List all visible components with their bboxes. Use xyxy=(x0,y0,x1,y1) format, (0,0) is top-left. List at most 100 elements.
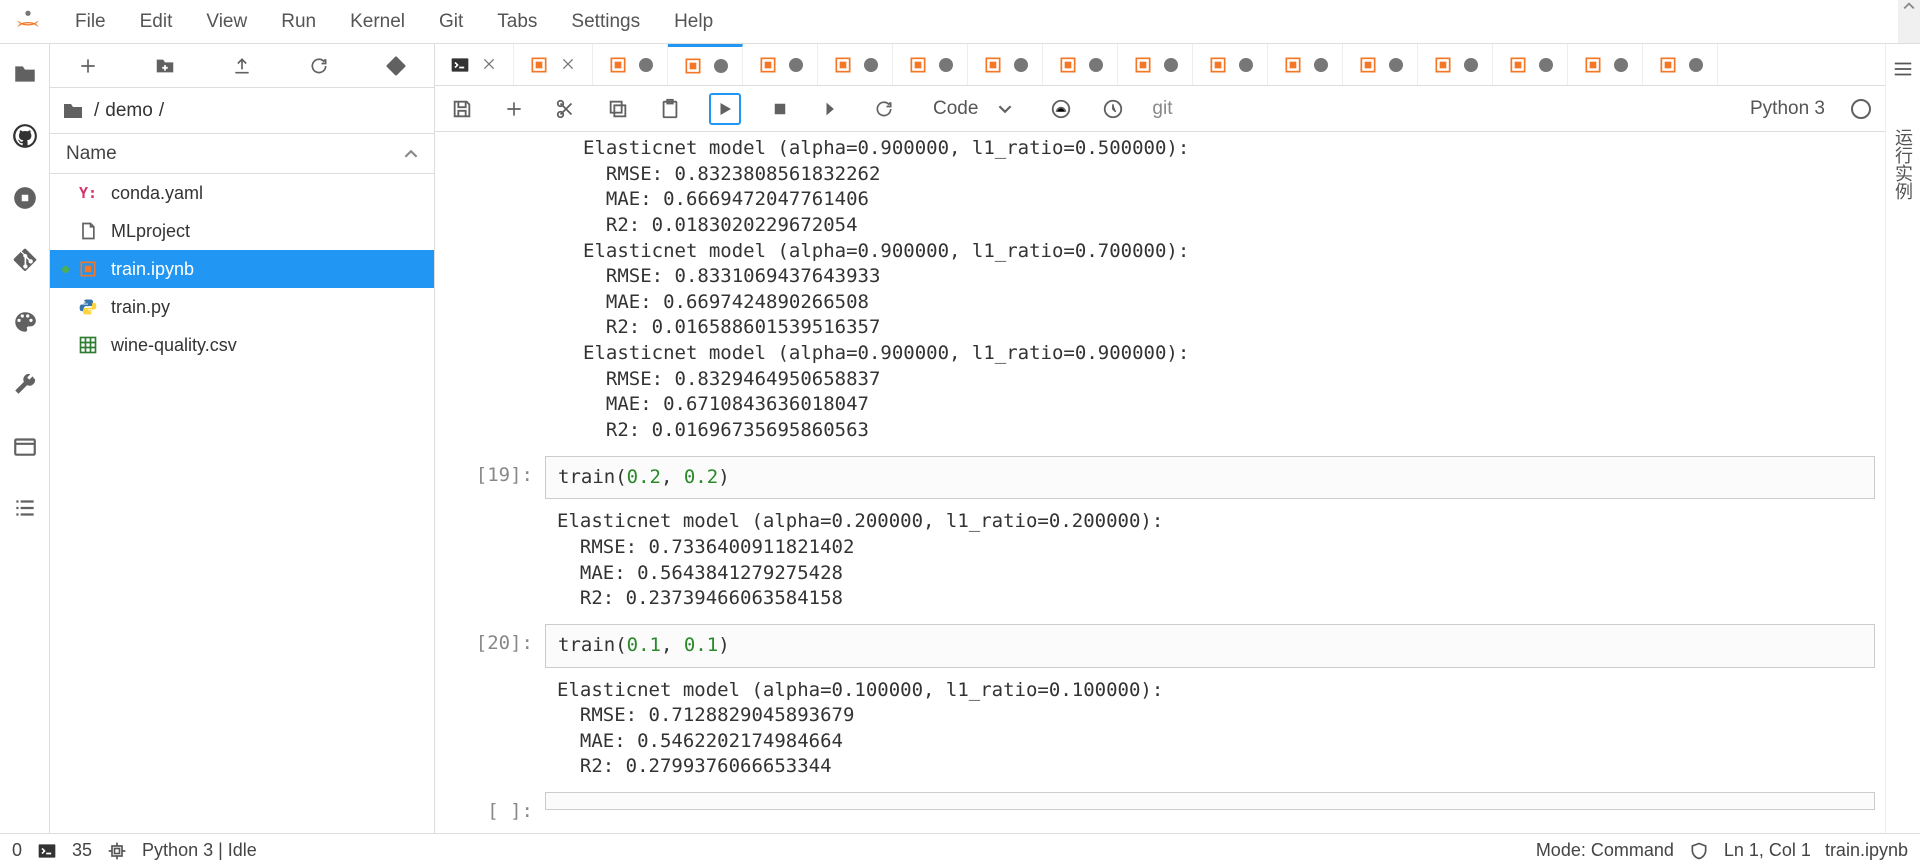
notebook-icon xyxy=(1507,54,1529,76)
file-browser-name-header: Name xyxy=(66,143,117,165)
menu-file[interactable]: File xyxy=(58,6,123,38)
close-icon[interactable] xyxy=(560,56,578,74)
mlflow-icon[interactable] xyxy=(1048,96,1074,122)
wrench-icon[interactable] xyxy=(11,370,39,398)
save-button[interactable] xyxy=(449,96,475,122)
file-browser-panel: / demo / Name Y:conda.yamlMLproject train… xyxy=(50,44,435,833)
cell-input[interactable]: train(0.2, 0.2) xyxy=(545,456,1875,500)
status-sessions[interactable]: 0 xyxy=(12,840,22,861)
tab[interactable] xyxy=(1568,44,1643,86)
kernel-status-icon[interactable] xyxy=(1851,99,1871,119)
file-row[interactable]: train.ipynb xyxy=(50,250,434,288)
copy-button[interactable] xyxy=(605,96,631,122)
unsaved-dot-icon xyxy=(939,58,953,72)
tab[interactable] xyxy=(1193,44,1268,86)
file-row[interactable]: MLproject xyxy=(50,212,434,250)
file-row[interactable]: Y:conda.yaml xyxy=(50,174,434,212)
tab[interactable] xyxy=(1118,44,1193,86)
status-kernel[interactable]: Python 3 | Idle xyxy=(142,840,257,861)
git-pull-button[interactable] xyxy=(379,49,413,83)
cell-input[interactable]: train(0.1, 0.1) xyxy=(545,624,1875,668)
tab[interactable] xyxy=(968,44,1043,86)
tabs-icon[interactable] xyxy=(11,432,39,460)
breadcrumb[interactable]: / demo / xyxy=(50,88,434,134)
notebook-icon xyxy=(907,54,929,76)
breadcrumb-sep: / xyxy=(94,100,99,122)
cell-input[interactable] xyxy=(545,792,1875,810)
insert-cell-button[interactable] xyxy=(501,96,527,122)
tab[interactable] xyxy=(435,44,514,86)
running-icon[interactable] xyxy=(11,184,39,212)
file-icon xyxy=(75,218,101,244)
folder-icon[interactable] xyxy=(11,60,39,88)
stop-button[interactable] xyxy=(767,96,793,122)
tab[interactable] xyxy=(893,44,968,86)
status-file[interactable]: train.ipynb xyxy=(1825,840,1908,861)
cpu-icon[interactable] xyxy=(106,840,128,862)
close-icon[interactable] xyxy=(481,56,499,74)
upload-button[interactable] xyxy=(225,49,259,83)
cell-prompt: [ ]: xyxy=(445,792,545,822)
tab[interactable] xyxy=(1268,44,1343,86)
run-button[interactable] xyxy=(709,93,741,125)
github-icon[interactable] xyxy=(11,122,39,150)
new-launcher-button[interactable] xyxy=(71,49,105,83)
tab[interactable] xyxy=(668,44,743,86)
palette-icon[interactable] xyxy=(11,308,39,336)
right-sidebar-label[interactable]: 运行实例 xyxy=(1890,128,1916,200)
file-row[interactable]: wine-quality.csv xyxy=(50,326,434,364)
tab[interactable] xyxy=(514,44,593,86)
tab[interactable] xyxy=(1043,44,1118,86)
breadcrumb-item[interactable]: demo xyxy=(105,100,153,122)
tab[interactable] xyxy=(593,44,668,86)
toc-icon[interactable] xyxy=(11,494,39,522)
restart-kernel-button[interactable] xyxy=(819,96,845,122)
file-list: Y:conda.yamlMLproject train.ipynb train.py… xyxy=(50,174,434,833)
menu-settings[interactable]: Settings xyxy=(554,6,657,38)
nb-icon xyxy=(75,256,101,282)
menu-help[interactable]: Help xyxy=(657,6,730,38)
notebook-body[interactable]: Elasticnet model (alpha=0.900000, l1_rat… xyxy=(435,132,1885,833)
tab[interactable] xyxy=(743,44,818,86)
tab[interactable] xyxy=(1493,44,1568,86)
git-icon[interactable] xyxy=(11,246,39,274)
menu-kernel[interactable]: Kernel xyxy=(333,6,422,38)
folder-icon xyxy=(58,96,88,126)
restart-run-button[interactable] xyxy=(871,96,897,122)
cell-type-select[interactable]: Code xyxy=(923,95,1022,123)
kernel-name[interactable]: Python 3 xyxy=(1750,98,1825,120)
terminal-icon[interactable] xyxy=(36,840,58,862)
menu-tabs[interactable]: Tabs xyxy=(480,6,554,38)
tab[interactable] xyxy=(818,44,893,86)
menu-view[interactable]: View xyxy=(189,6,264,38)
status-mode[interactable]: Mode: Command xyxy=(1536,840,1674,861)
unsaved-dot-icon xyxy=(1014,58,1028,72)
git-label[interactable]: git xyxy=(1152,98,1172,120)
file-name: train.ipynb xyxy=(111,259,194,280)
schedule-icon[interactable] xyxy=(1100,96,1126,122)
status-line[interactable]: Ln 1, Col 1 xyxy=(1724,840,1811,861)
notebook-icon xyxy=(1207,54,1229,76)
cell-prompt: [19]: xyxy=(445,456,545,616)
menu-git[interactable]: Git xyxy=(422,6,480,38)
file-row[interactable]: train.py xyxy=(50,288,434,326)
file-browser-toolbar xyxy=(50,44,434,88)
tab[interactable] xyxy=(1418,44,1493,86)
running-dot-icon xyxy=(62,342,69,349)
cut-button[interactable] xyxy=(553,96,579,122)
new-folder-button[interactable] xyxy=(148,49,182,83)
menubar-scrollbar[interactable] xyxy=(1898,0,1920,43)
notebook-icon xyxy=(982,54,1004,76)
unsaved-dot-icon xyxy=(1389,58,1403,72)
menu-icon[interactable] xyxy=(1890,56,1916,82)
paste-button[interactable] xyxy=(657,96,683,122)
refresh-button[interactable] xyxy=(302,49,336,83)
tab[interactable] xyxy=(1643,44,1718,86)
menu-run[interactable]: Run xyxy=(264,6,333,38)
status-terminals[interactable]: 35 xyxy=(72,840,92,861)
breadcrumb-sep: / xyxy=(159,100,164,122)
menu-edit[interactable]: Edit xyxy=(123,6,190,38)
tab[interactable] xyxy=(1343,44,1418,86)
file-browser-header[interactable]: Name xyxy=(50,134,434,174)
shield-icon[interactable] xyxy=(1688,840,1710,862)
